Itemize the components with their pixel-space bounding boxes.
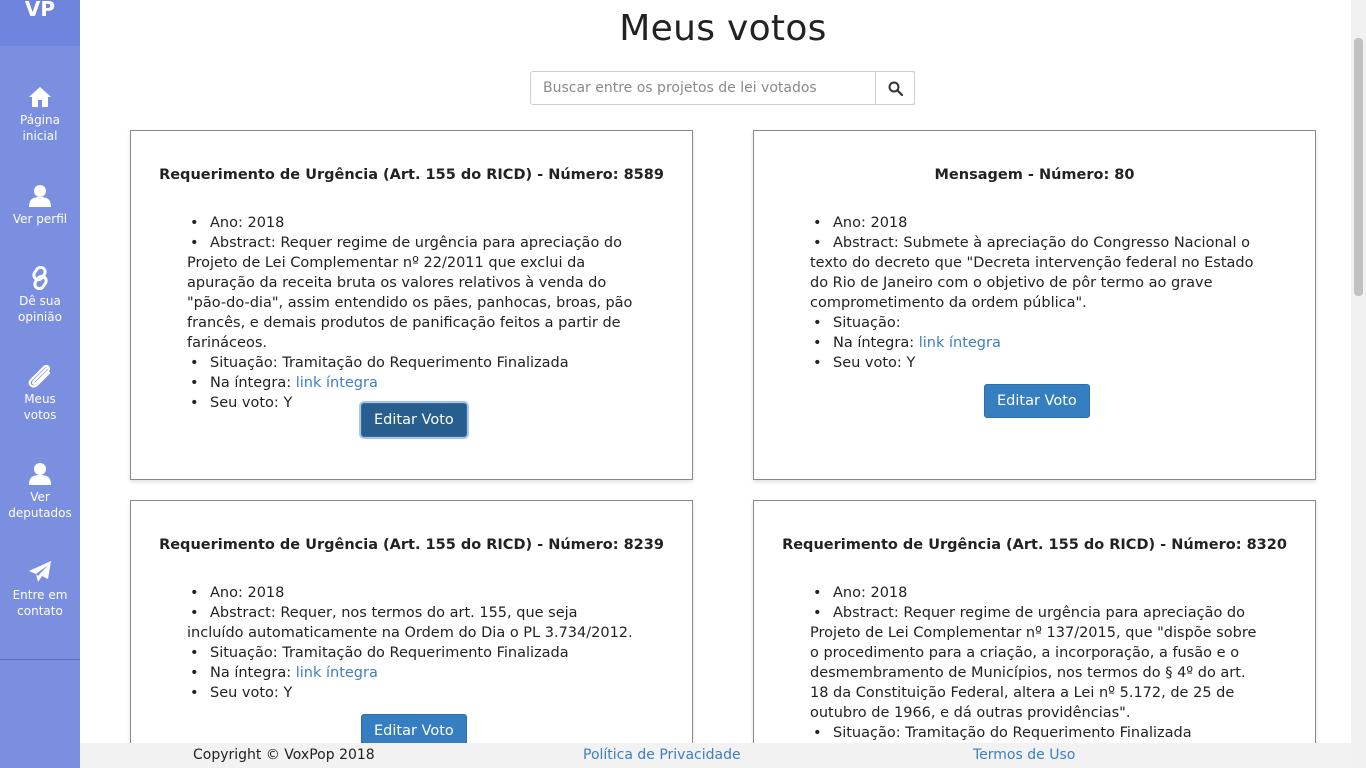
copyright-text: Copyright © VoxPop 2018 xyxy=(193,747,375,763)
page-title: Meus votos xyxy=(619,8,827,49)
scrollbar-thumb[interactable] xyxy=(1354,38,1363,296)
detail-full-text: Na íntegra: link íntegra xyxy=(187,663,635,683)
detail-year: Ano: 2018 xyxy=(810,583,1258,603)
vote-card: Requerimento de Urgência (Art. 155 do RI… xyxy=(753,500,1316,768)
nav-item-home[interactable]: Página inicial xyxy=(0,85,80,144)
vertical-scrollbar[interactable] xyxy=(1351,0,1366,768)
detail-status: Situação: Tramitação do Requerimento Fin… xyxy=(187,353,635,373)
card-details: Ano: 2018 Abstract: Requer regime de urg… xyxy=(187,213,635,413)
app-logo[interactable]: VP xyxy=(0,0,80,46)
card-title: Mensagem - Número: 80 xyxy=(934,167,1135,183)
nav-label: votos xyxy=(23,408,57,422)
link-icon xyxy=(32,266,48,290)
home-icon xyxy=(29,87,51,107)
full-text-link[interactable]: link íntegra xyxy=(296,665,378,681)
vote-card: Mensagem - Número: 80 Ano: 2018 Abstract… xyxy=(753,130,1316,480)
detail-status: Situação: Tramitação do Requerimento Fin… xyxy=(187,643,635,663)
nav-label: opinião xyxy=(18,310,62,324)
detail-year: Ano: 2018 xyxy=(810,213,1258,233)
edit-vote-button[interactable]: Editar Voto xyxy=(984,384,1090,418)
detail-abstract: Abstract: Requer regime de urgência para… xyxy=(187,233,635,353)
privacy-policy-link[interactable]: Política de Privacidade xyxy=(583,743,741,767)
main-content: Meus votos Requerimento de Urgência (Art… xyxy=(80,0,1351,768)
search-icon xyxy=(888,81,903,96)
detail-abstract: Abstract: Submete à apreciação do Congre… xyxy=(810,233,1258,313)
detail-status: Situação: Tramitação do Requerimento Fin… xyxy=(810,723,1258,743)
search-input[interactable] xyxy=(530,71,915,105)
edit-vote-button[interactable]: Editar Voto xyxy=(361,403,467,437)
sidebar-divider xyxy=(0,659,80,660)
card-title: Requerimento de Urgência (Art. 155 do RI… xyxy=(159,167,664,183)
card-details: Ano: 2018 Abstract: Requer regime de urg… xyxy=(810,583,1258,743)
nav-label: Meus xyxy=(24,392,56,406)
full-text-link[interactable]: link íntegra xyxy=(919,335,1001,351)
search-button[interactable] xyxy=(875,71,915,105)
terms-of-use-link[interactable]: Termos de Uso xyxy=(973,743,1075,767)
user-icon xyxy=(29,185,51,207)
nav-label: deputados xyxy=(8,506,72,520)
detail-status: Situação: xyxy=(810,313,1258,333)
detail-full-text: Na íntegra: link íntegra xyxy=(810,333,1258,353)
card-title: Requerimento de Urgência (Art. 155 do RI… xyxy=(159,537,664,553)
nav-label: Entre em xyxy=(12,588,68,602)
nav-item-deputies[interactable]: Ver deputados xyxy=(0,462,80,521)
nav-item-contact[interactable]: Entre em contato xyxy=(0,560,80,619)
sidebar: VP Página inicial Ver perfil Dê sua opin… xyxy=(0,0,80,768)
footer: Copyright © VoxPop 2018 Política de Priv… xyxy=(80,743,1351,768)
user-icon xyxy=(29,463,51,485)
nav-label: contato xyxy=(17,604,63,618)
detail-year: Ano: 2018 xyxy=(187,213,635,233)
full-text-link[interactable]: link íntegra xyxy=(296,375,378,391)
vote-card: Requerimento de Urgência (Art. 155 do RI… xyxy=(130,500,693,768)
detail-my-vote: Seu voto: Y xyxy=(810,353,1258,373)
nav-item-opinion[interactable]: Dê sua opinião xyxy=(0,266,80,325)
paperclip-icon xyxy=(28,364,51,388)
nav-label: Dê sua xyxy=(19,294,61,308)
nav-label: inicial xyxy=(22,129,58,143)
nav-label: Página xyxy=(20,113,60,127)
card-title: Requerimento de Urgência (Art. 155 do RI… xyxy=(782,537,1287,553)
detail-year: Ano: 2018 xyxy=(187,583,635,603)
nav-label: Ver xyxy=(30,490,50,504)
detail-my-vote: Seu voto: Y xyxy=(187,683,635,703)
card-details: Ano: 2018 Abstract: Requer, nos termos d… xyxy=(187,583,635,703)
card-details: Ano: 2018 Abstract: Submete à apreciação… xyxy=(810,213,1258,373)
nav-label: Ver perfil xyxy=(12,212,68,226)
nav-item-my-votes[interactable]: Meus votos xyxy=(0,364,80,423)
detail-abstract: Abstract: Requer, nos termos do art. 155… xyxy=(187,603,635,643)
detail-full-text: Na íntegra: link íntegra xyxy=(187,373,635,393)
vote-card: Requerimento de Urgência (Art. 155 do RI… xyxy=(130,130,693,480)
nav-item-profile[interactable]: Ver perfil xyxy=(0,184,80,227)
detail-abstract: Abstract: Requer regime de urgência para… xyxy=(810,603,1258,723)
paper-plane-icon xyxy=(29,561,51,582)
